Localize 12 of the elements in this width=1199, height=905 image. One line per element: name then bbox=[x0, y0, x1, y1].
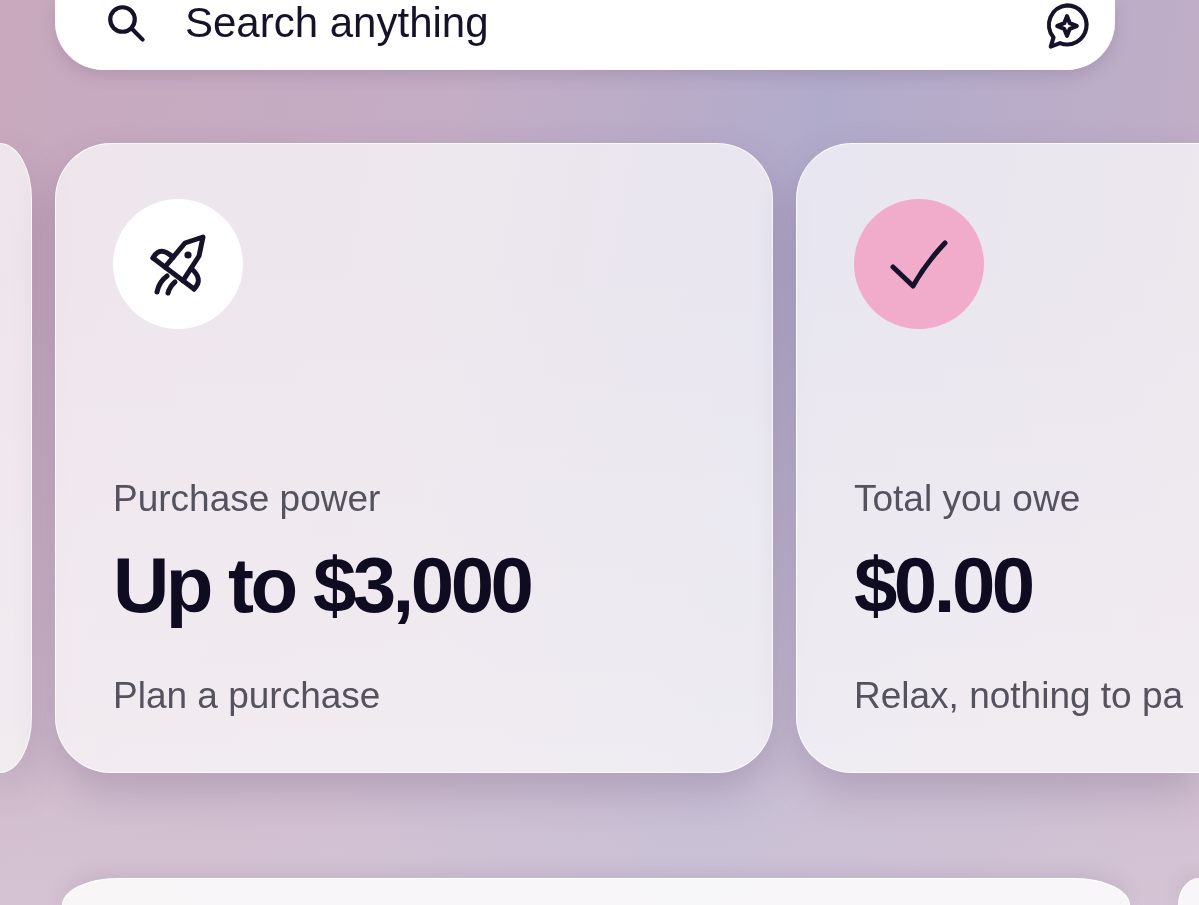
rocket-icon bbox=[113, 199, 243, 329]
card-note: Plan a purchase bbox=[113, 674, 381, 718]
search-icon bbox=[105, 2, 147, 44]
card-amount: Up to $3,000 bbox=[113, 543, 531, 627]
card-label: Purchase power bbox=[113, 477, 381, 521]
search-field[interactable]: Search anything bbox=[185, 0, 1041, 46]
card bbox=[1178, 878, 1199, 905]
card-note: Relax, nothing to pa bbox=[854, 674, 1184, 718]
search-bar[interactable]: Search anything bbox=[55, 0, 1115, 70]
card-label: Total you owe bbox=[854, 477, 1081, 521]
card-amount: $0.00 bbox=[854, 543, 1032, 627]
check-icon bbox=[854, 199, 984, 329]
